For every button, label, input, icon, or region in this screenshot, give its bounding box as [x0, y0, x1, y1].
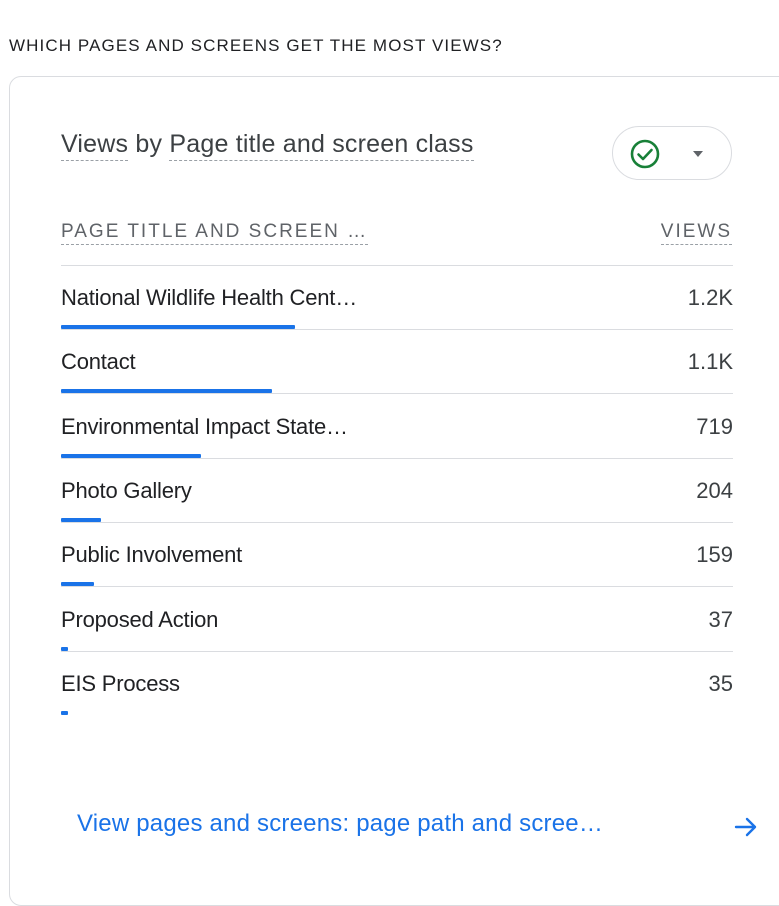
column-header-views-label: VIEWS: [660, 221, 732, 245]
table-row[interactable]: EIS Process 35: [61, 652, 733, 716]
row-value: 37: [708, 606, 733, 632]
row-value: 1.2K: [687, 285, 733, 310]
metric-selector[interactable]: Views: [61, 130, 129, 161]
row-value: 719: [696, 413, 733, 439]
section-title: WHICH PAGES AND SCREENS GET THE MOST VIE…: [9, 36, 503, 55]
row-value: 204: [696, 477, 733, 503]
row-value: 35: [708, 670, 733, 696]
row-share-bar: [61, 710, 68, 715]
row-label: National Wildlife Health Cent…: [61, 285, 358, 310]
caret-down-icon: [693, 151, 703, 157]
heading-by: by: [135, 130, 163, 158]
row-value: 1.1K: [687, 349, 733, 375]
table-row[interactable]: Contact 1.1K: [61, 330, 733, 395]
dimension-selector[interactable]: Page title and screen class: [169, 130, 474, 161]
column-header-views[interactable]: VIEWS: [660, 221, 732, 245]
check-circle-icon: [630, 139, 660, 169]
row-label: Contact: [61, 349, 136, 375]
row-label: Public Involvement: [61, 542, 243, 568]
row-label: EIS Process: [61, 670, 180, 696]
status-dropdown[interactable]: [612, 126, 732, 180]
table-row[interactable]: Photo Gallery 204: [61, 459, 733, 523]
column-header-dimension[interactable]: PAGE TITLE AND SCREEN …: [61, 221, 369, 245]
view-pages-link[interactable]: View pages and screens: page path and sc…: [77, 810, 603, 838]
row-label: Environmental Impact State…: [61, 413, 348, 439]
row-label: Photo Gallery: [61, 477, 192, 503]
card-heading: Views by Page title and screen class: [61, 130, 474, 161]
column-header-dimension-label: PAGE TITLE AND SCREEN …: [61, 221, 369, 245]
table-row[interactable]: National Wildlife Health Cent… 1.2K: [61, 266, 733, 330]
row-value: 159: [696, 542, 733, 568]
table-row[interactable]: Public Involvement 159: [61, 523, 733, 588]
table-row[interactable]: Proposed Action 37: [61, 588, 733, 652]
row-label: Proposed Action: [61, 606, 219, 632]
table-row[interactable]: Environmental Impact State… 719: [61, 395, 733, 459]
arrow-right-icon[interactable]: [733, 814, 759, 840]
